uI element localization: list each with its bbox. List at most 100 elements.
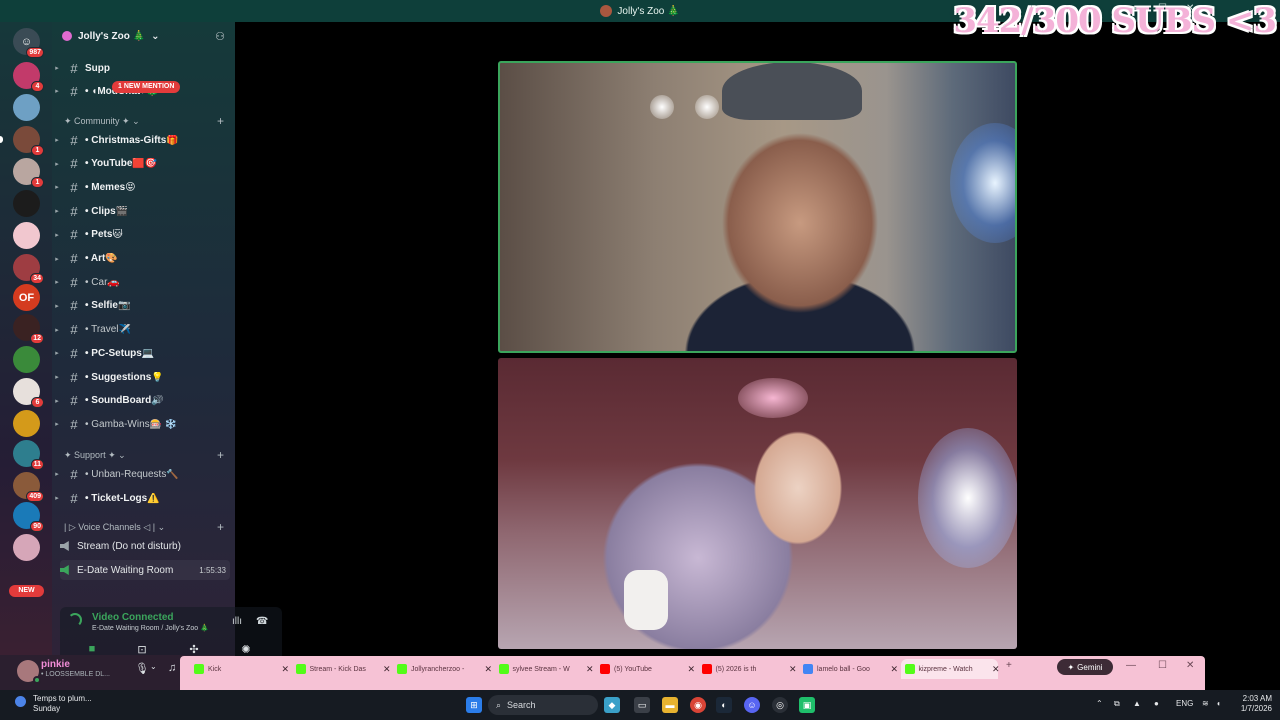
windows-start-icon[interactable]: ⊞ [466, 697, 482, 713]
window-title-text: Jolly's Zoo 🎄 [617, 5, 680, 17]
direct-messages-button[interactable]: ☺ 987 [13, 28, 44, 58]
add-channel-icon[interactable]: + [217, 114, 224, 128]
text-channel[interactable]: ▸ # • Unban-Requests🔨 [52, 463, 235, 485]
tray-app-icon[interactable]: ▲ [1133, 699, 1141, 708]
chrome-icon[interactable]: ◉ [690, 697, 706, 713]
widgets-icon[interactable]: ◆ [604, 697, 620, 713]
weather-widget[interactable]: Temps to plum... Sunday [15, 694, 92, 714]
tab-close-icon[interactable]: ✕ [484, 664, 492, 675]
server-icon[interactable]: 4 [13, 62, 44, 92]
browser-maximize-button[interactable]: ☐ [1158, 660, 1167, 671]
server-icon[interactable]: 409 [13, 472, 44, 502]
browser-tab[interactable]: (5) YouTube ✕ [596, 659, 695, 679]
browser-tab[interactable]: Stream - Kick Das ✕ [292, 659, 391, 679]
server-icon[interactable] [13, 190, 40, 217]
wifi-icon[interactable]: ≋ [1202, 699, 1209, 708]
server-icon[interactable] [13, 94, 40, 121]
username[interactable]: pinkie [41, 659, 70, 670]
server-icon[interactable]: 1 [13, 158, 44, 188]
tab-close-icon[interactable]: ✕ [992, 664, 1000, 675]
connection-location[interactable]: E-Date Waiting Room / Jolly's Zoo 🎄 [92, 624, 209, 632]
clock-time: 2:03 AM [1242, 694, 1272, 703]
activities-icon: ✣ [189, 643, 199, 656]
guild-header[interactable]: Jolly's Zoo 🎄 ⌄ ⚇ [52, 22, 235, 50]
text-channel[interactable]: ▸ # • Selfie📷 [52, 295, 235, 317]
tab-close-icon[interactable]: ✕ [281, 664, 289, 675]
text-channel[interactable]: ▸ # • YouTube🟥🎯 [52, 153, 235, 175]
server-icon[interactable]: 34 [13, 254, 44, 284]
browser-close-button[interactable]: ✕ [1186, 660, 1194, 671]
text-channel[interactable]: ▸ # • PC-Setups💻 [52, 342, 235, 364]
voice-channel[interactable]: Stream (Do not disturb) [60, 536, 230, 556]
disconnect-icon[interactable]: ☎ [256, 616, 268, 627]
server-icon[interactable]: 90 [13, 502, 44, 532]
add-channel-icon[interactable]: + [217, 448, 224, 462]
browser-minimize-button[interactable]: — [1126, 660, 1136, 671]
text-channel[interactable]: ▸ # • Travel✈️ [52, 319, 235, 341]
text-channel[interactable]: ▸ # • Car🚗 [52, 271, 235, 293]
new-mention-badge[interactable]: 1 NEW MENTION [112, 81, 181, 93]
channel-category[interactable]: | ▷ Voice Channels ◁ | ⌄ + [64, 520, 234, 534]
tab-close-icon[interactable]: ✕ [586, 664, 594, 675]
weather-day: Sunday [33, 704, 61, 713]
noise-suppression-icon[interactable]: ıllı [232, 616, 242, 627]
browser-tab[interactable]: lamelo ball - Goo ✕ [799, 659, 898, 679]
server-icon[interactable] [13, 222, 40, 249]
volume-icon[interactable]: ◖ [1216, 699, 1221, 708]
text-channel[interactable]: ▸ # • Suggestions💡 [52, 366, 235, 388]
server-icon[interactable]: 12 [13, 314, 44, 344]
text-channel[interactable]: ▸ # Supp [52, 57, 235, 79]
server-icon[interactable]: 6 [13, 378, 44, 408]
channel-category[interactable]: ✦ Support ✦ ⌄ + [64, 448, 234, 462]
connection-status[interactable]: Video Connected [92, 612, 174, 623]
voice-channel[interactable]: E-Date Waiting Room 1:55:33 [60, 560, 230, 580]
tab-close-icon[interactable]: ✕ [890, 664, 898, 675]
taskbar-clock[interactable]: 2:03 AM 1/7/2026 [1232, 694, 1272, 714]
chevron-down-icon[interactable]: ⌄ [150, 662, 157, 671]
channel-category[interactable]: ✦ Community ✦ ⌄ + [64, 114, 234, 128]
file-explorer-icon[interactable]: ▬ [662, 697, 678, 713]
app-green-icon[interactable]: ▣ [799, 697, 815, 713]
app-icon[interactable]: ◎ [772, 697, 788, 713]
task-view-icon[interactable]: ▭ [634, 697, 650, 713]
server-icon[interactable] [13, 534, 40, 561]
tab-close-icon[interactable]: ✕ [383, 664, 391, 675]
server-icon[interactable] [13, 410, 40, 437]
text-channel[interactable]: ▸ # • Memes😝 [52, 176, 235, 198]
video-tile-bottom[interactable] [498, 358, 1017, 649]
text-channel[interactable]: ▸ # • SoundBoard🔊 [52, 390, 235, 412]
tray-app-icon[interactable]: ⧉ [1114, 699, 1120, 709]
video-tile-top[interactable] [498, 61, 1017, 353]
text-channel[interactable]: ▸ # • Clips🎬 [52, 200, 235, 222]
text-channel[interactable]: ▸ # • Art🎨 [52, 248, 235, 270]
add-member-icon[interactable]: ⚇ [215, 30, 225, 43]
browser-tab[interactable]: sylvee Stream - W ✕ [495, 659, 594, 679]
unread-badge: 987 [26, 47, 44, 58]
language-indicator[interactable]: ENG [1176, 699, 1193, 708]
browser-tab[interactable]: (5) 2026 is th ✕ [698, 659, 797, 679]
browser-tab[interactable]: kizpreme - Watch ✕ [900, 659, 1000, 679]
text-channel[interactable]: ▸ # • Gamba-Wins🎰 ❄️ [52, 413, 235, 435]
chevron-up-icon[interactable]: ⌃ [1096, 699, 1103, 708]
new-tab-button[interactable]: + [1006, 660, 1012, 671]
add-channel-icon[interactable]: + [217, 520, 224, 534]
text-channel[interactable]: ▸ # • Ticket-Logs⚠️ [52, 487, 235, 509]
server-icon[interactable]: OF [13, 284, 40, 311]
gemini-button[interactable]: ✦ Gemini [1057, 659, 1113, 675]
headphones-icon[interactable]: ♫ [168, 662, 176, 674]
taskbar-search[interactable]: ⌕ Search [488, 695, 598, 715]
server-icon[interactable]: 11 [13, 440, 44, 470]
tab-close-icon[interactable]: ✕ [687, 664, 695, 675]
microphone-icon[interactable]: 🎙 [135, 662, 149, 675]
steam-icon[interactable]: ◐ [716, 697, 732, 713]
tray-mic-icon[interactable]: ● [1154, 699, 1159, 708]
browser-tab[interactable]: Kick ✕ [190, 659, 289, 679]
text-channel[interactable]: ▸ # • Christmas-Gifts🎁 [52, 129, 235, 151]
server-icon[interactable]: 1 [0, 126, 44, 156]
text-channel[interactable]: ▸ # • Pets🐱 [52, 224, 235, 246]
server-icon[interactable] [13, 346, 40, 373]
avatar[interactable] [17, 660, 41, 684]
discord-icon[interactable]: ☺ [744, 697, 760, 713]
browser-tab[interactable]: Jollyrancherzoo - ✕ [393, 659, 492, 679]
tab-close-icon[interactable]: ✕ [789, 664, 797, 675]
